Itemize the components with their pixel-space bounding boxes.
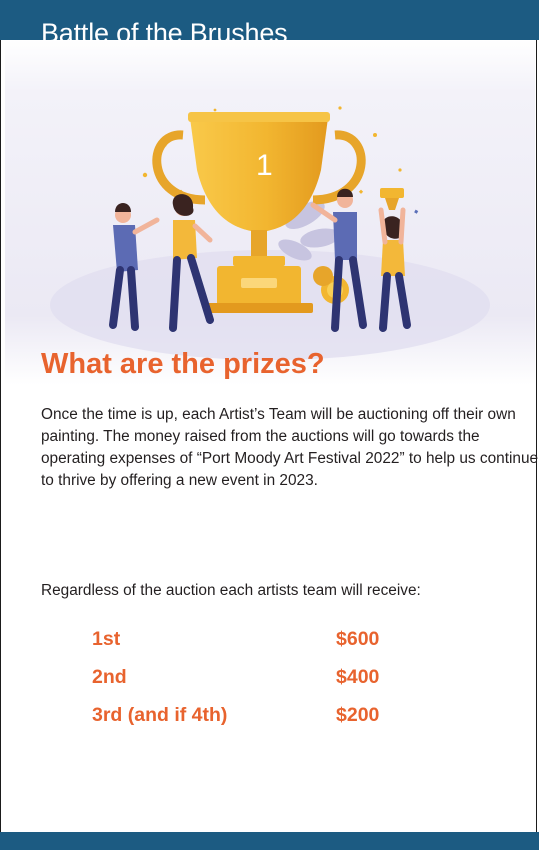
prize-row: 1st $600	[0, 624, 539, 654]
hero-illustration: 1	[5, 40, 535, 385]
footer-band	[0, 832, 539, 850]
prize-amount: $600	[336, 628, 380, 650]
prize-row: 3rd (and if 4th) $200	[0, 700, 539, 730]
prize-place: 2nd	[92, 666, 127, 688]
prize-amount: $200	[336, 704, 380, 726]
prize-place: 1st	[92, 628, 121, 650]
trophy-number: 1	[256, 149, 273, 182]
auction-note: Regardless of the auction each artists t…	[41, 582, 421, 599]
prize-place: 3rd (and if 4th)	[92, 704, 228, 726]
prize-row: 2nd $400	[0, 662, 539, 692]
prize-amount: $400	[336, 666, 380, 688]
body-paragraph: Once the time is up, each Artist’s Team …	[41, 406, 539, 489]
section-heading: What are the prizes?	[41, 348, 325, 380]
